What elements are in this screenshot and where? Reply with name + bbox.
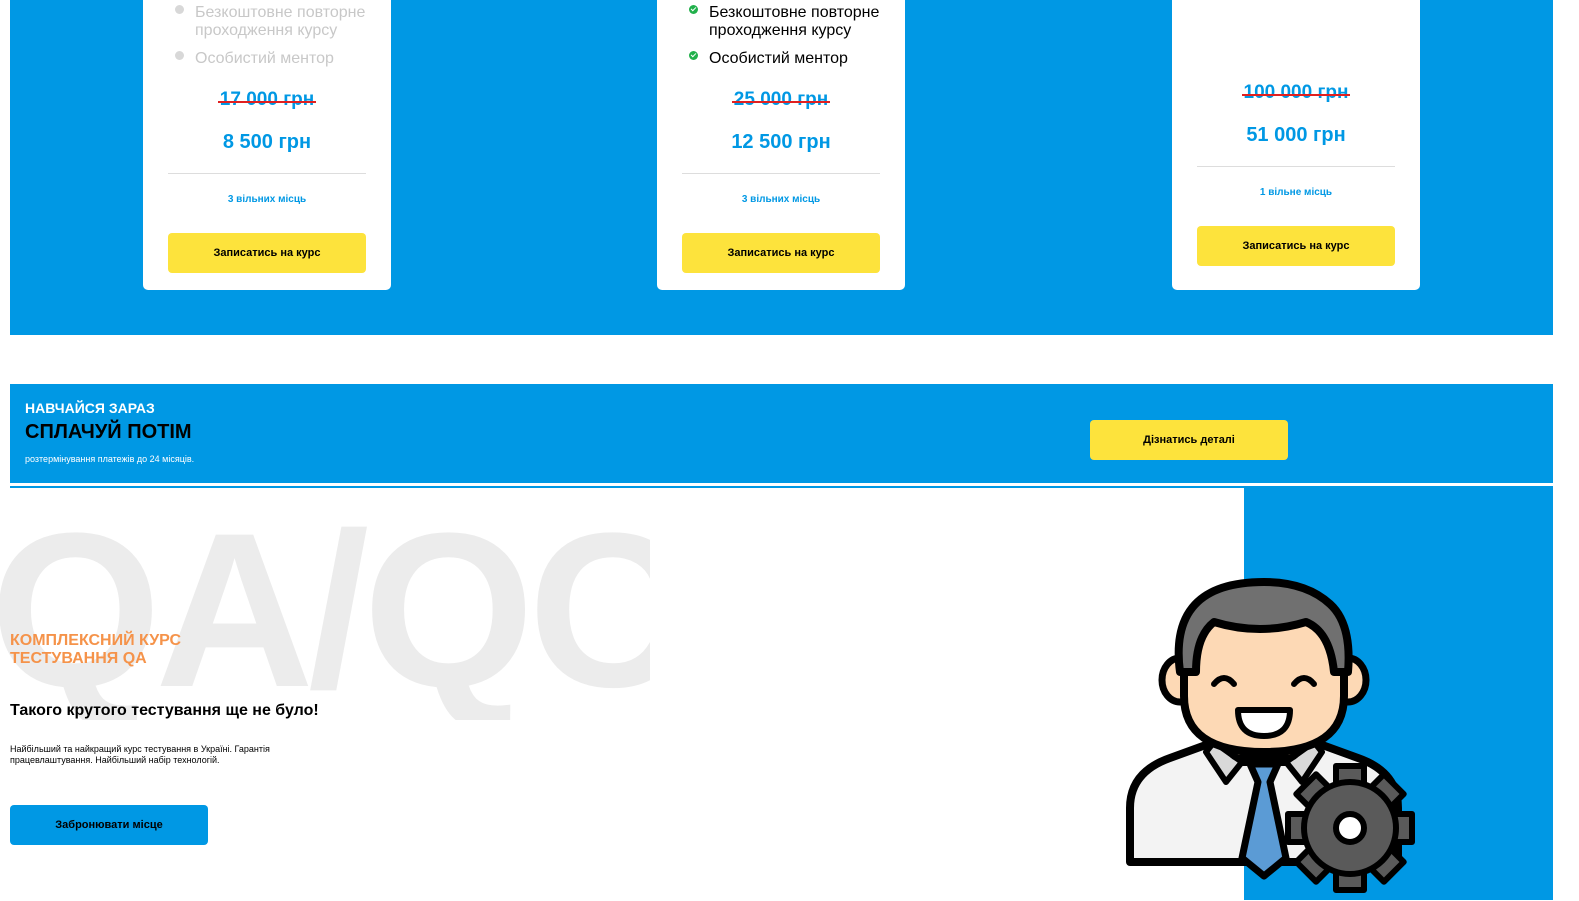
card-divider	[1197, 166, 1395, 167]
book-seat-button[interactable]: Забронювати місце	[10, 805, 208, 845]
old-price: 100 000 грн	[1241, 82, 1351, 103]
hero-watermark: QA/QC	[0, 500, 650, 720]
banner-kicker: НАВЧАЙСЯ ЗАРАЗ	[25, 400, 155, 416]
feature-label: Безкоштовне повторне проходження курсу	[195, 4, 366, 39]
card-divider	[682, 173, 880, 174]
hero-description: Найбільший та найкращий курс тестування …	[10, 744, 270, 765]
feature-label: Особистий ментор	[195, 50, 334, 67]
seats-available: 3 вільних місць	[227, 194, 307, 205]
enroll-button[interactable]: Записатись на курс	[168, 233, 366, 273]
plan-card-standard: Безкоштовне повторне проходження курсу О…	[657, 0, 905, 290]
enroll-button[interactable]: Записатись на курс	[1197, 226, 1395, 266]
feature-label: Безкоштовне повторне проходження курсу	[709, 4, 880, 39]
enroll-button[interactable]: Записатись на курс	[682, 233, 880, 273]
feature-label: Особистий ментор	[709, 50, 848, 67]
feature-item: Безкоштовне повторне проходження курсу	[173, 4, 383, 40]
installment-banner: НАВЧАЙСЯ ЗАРАЗ СПЛАЧУЙ ПОТІМ розтермінув…	[10, 384, 1553, 483]
current-price: 8 500 грн	[222, 131, 312, 153]
feature-item: Особистий ментор	[687, 50, 897, 68]
old-price: 25 000 грн	[731, 89, 831, 110]
card-divider	[168, 173, 366, 174]
learn-details-button[interactable]: Дізнатись деталі	[1090, 420, 1288, 460]
check-icon	[689, 51, 698, 60]
current-price: 12 500 грн	[731, 131, 831, 153]
feature-item: Особистий ментор	[173, 50, 383, 68]
hero-eyebrow: КОМПЛЕКСНИЙ КУРС ТЕСТУВАННЯ QA	[10, 632, 181, 667]
banner-title: СПЛАЧУЙ ПОТІМ	[25, 421, 192, 443]
plan-features: Безкоштовне повторне проходження курсу О…	[687, 4, 897, 78]
plan-card-premium: 100 000 грн 51 000 грн 1 вільне місць За…	[1172, 0, 1420, 290]
plan-features: Безкоштовне повторне проходження курсу О…	[173, 4, 383, 78]
feature-disabled-dot-icon	[175, 51, 184, 60]
businessman-with-gear-icon	[1110, 576, 1420, 901]
hero-title: Такого крутого тестування ще не було!	[10, 702, 319, 719]
current-price: 51 000 грн	[1246, 124, 1346, 146]
seats-available: 3 вільних місць	[741, 194, 821, 205]
check-icon	[689, 5, 698, 14]
old-price: 17 000 грн	[217, 89, 317, 110]
feature-item: Безкоштовне повторне проходження курсу	[687, 4, 897, 40]
plan-card-basic: Безкоштовне повторне проходження курсу О…	[143, 0, 391, 290]
banner-note: розтермінування платежів до 24 місяців.	[25, 454, 195, 464]
feature-disabled-dot-icon	[175, 5, 184, 14]
seats-available: 1 вільне місць	[1259, 187, 1333, 198]
pricing-section: Безкоштовне повторне проходження курсу О…	[10, 0, 1553, 335]
